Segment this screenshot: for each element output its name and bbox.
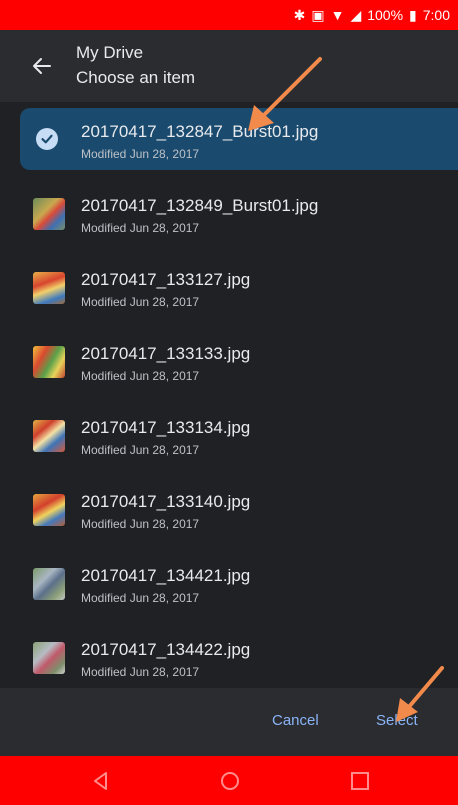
- file-name: 20170417_133127.jpg: [81, 270, 251, 289]
- file-modified: Modified Jun 28, 2017: [81, 147, 200, 161]
- file-row[interactable]: 20170417_133140.jpg Modified Jun 28, 201…: [20, 478, 458, 540]
- file-row[interactable]: 20170417_134422.jpg Modified Jun 28, 201…: [20, 626, 458, 688]
- status-bar: ✱ ▣ ▼ ◢ 100% ▮ 7:00: [0, 0, 458, 30]
- file-modified: Modified Jun 28, 2017: [81, 591, 200, 605]
- file-modified: Modified Jun 28, 2017: [81, 517, 200, 531]
- file-list: 20170417_132847_Burst01.jpg Modified Jun…: [0, 102, 458, 688]
- file-row[interactable]: 20170417_133133.jpg Modified Jun 28, 201…: [20, 330, 458, 392]
- file-name: 20170417_133134.jpg: [81, 418, 251, 437]
- file-row[interactable]: 20170417_132847_Burst01.jpg Modified Jun…: [20, 108, 458, 170]
- file-row[interactable]: 20170417_133134.jpg Modified Jun 28, 201…: [20, 404, 458, 466]
- image-thumbnail: [33, 568, 65, 600]
- file-name: 20170417_133133.jpg: [81, 344, 251, 363]
- file-row[interactable]: 20170417_133127.jpg Modified Jun 28, 201…: [20, 256, 458, 318]
- image-thumbnail: [33, 346, 65, 378]
- file-row[interactable]: 20170417_132849_Burst01.jpg Modified Jun…: [20, 182, 458, 244]
- signal-icon: ◢: [350, 7, 362, 23]
- file-name: 20170417_133140.jpg: [81, 492, 251, 511]
- file-row[interactable]: 20170417_134421.jpg Modified Jun 28, 201…: [20, 552, 458, 614]
- file-name: 20170417_132849_Burst01.jpg: [81, 196, 319, 215]
- check-circle-icon: [36, 128, 58, 150]
- page-title: My Drive: [76, 43, 144, 62]
- clock: 7:00: [422, 7, 450, 23]
- nav-home-icon[interactable]: [219, 770, 241, 792]
- file-name: 20170417_134422.jpg: [81, 640, 251, 659]
- battery-percent: 100%: [367, 7, 404, 23]
- image-thumbnail: [33, 420, 65, 452]
- file-modified: Modified Jun 28, 2017: [81, 221, 200, 235]
- bluetooth-icon: ✱: [293, 7, 306, 23]
- app-bar: My Drive Choose an item: [0, 30, 458, 102]
- cancel-button[interactable]: Cancel: [272, 712, 319, 729]
- file-modified: Modified Jun 28, 2017: [81, 443, 200, 457]
- file-modified: Modified Jun 28, 2017: [81, 665, 200, 679]
- page-subtitle: Choose an item: [76, 68, 196, 87]
- file-modified: Modified Jun 28, 2017: [81, 369, 200, 383]
- wifi-icon: ▼: [330, 7, 345, 23]
- battery-icon: ▮: [409, 7, 417, 23]
- image-thumbnail: [33, 198, 65, 230]
- image-thumbnail: [33, 642, 65, 674]
- nav-recents-icon[interactable]: [349, 770, 371, 792]
- file-modified: Modified Jun 28, 2017: [81, 295, 200, 309]
- file-name: 20170417_134421.jpg: [81, 566, 251, 585]
- action-bar: Cancel Select: [0, 688, 458, 756]
- nav-back-icon[interactable]: [90, 770, 112, 792]
- image-thumbnail: [33, 272, 65, 304]
- nfc-icon: ▣: [311, 7, 325, 23]
- select-button[interactable]: Select: [376, 712, 418, 729]
- navigation-bar: [0, 756, 458, 805]
- image-thumbnail: [33, 494, 65, 526]
- file-name: 20170417_132847_Burst01.jpg: [81, 122, 319, 141]
- arrow-back-icon[interactable]: [28, 52, 56, 80]
